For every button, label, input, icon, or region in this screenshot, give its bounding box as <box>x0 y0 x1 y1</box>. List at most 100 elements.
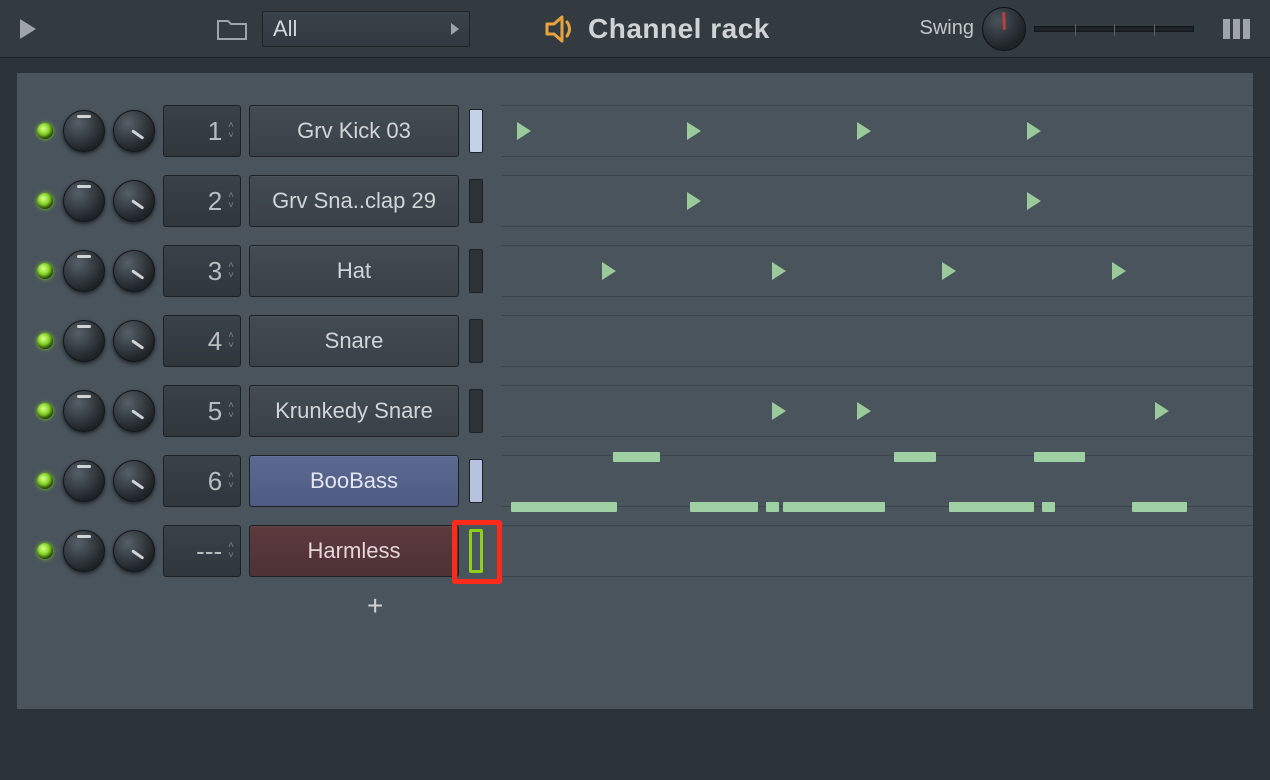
step-marker[interactable] <box>772 262 786 280</box>
note-bar[interactable] <box>894 452 937 462</box>
channel-name-button[interactable]: Grv Kick 03 <box>249 105 459 157</box>
channel-name-button[interactable]: BooBass <box>249 455 459 507</box>
speaker-icon <box>544 14 578 44</box>
note-bar[interactable] <box>1042 502 1055 512</box>
step-marker[interactable] <box>1155 402 1169 420</box>
channel-number-box[interactable]: 4˄˅ <box>163 315 241 367</box>
step-marker[interactable] <box>1112 262 1126 280</box>
volume-knob[interactable] <box>113 460 155 502</box>
channel-name-button[interactable]: Snare <box>249 315 459 367</box>
step-marker[interactable] <box>942 262 956 280</box>
channel-name-button[interactable]: Grv Sna..clap 29 <box>249 175 459 227</box>
channel-select-bar[interactable] <box>469 389 483 433</box>
channel-select-bar[interactable] <box>469 319 483 363</box>
step-marker[interactable] <box>687 192 701 210</box>
spinner-icon[interactable]: ˄˅ <box>228 332 234 350</box>
note-bar[interactable] <box>690 502 758 512</box>
note-bar[interactable] <box>949 502 1034 512</box>
play-button[interactable] <box>18 17 38 41</box>
channel-name-button[interactable]: Hat <box>249 245 459 297</box>
channel-select-bar[interactable] <box>469 179 483 223</box>
volume-knob[interactable] <box>113 110 155 152</box>
channel-row: 3 ˄˅ Hat <box>37 241 1253 301</box>
step-grid[interactable] <box>501 175 1253 227</box>
step-grid[interactable] <box>501 525 1253 577</box>
channel-number-box[interactable]: 5˄˅ <box>163 385 241 437</box>
channel-enable-led[interactable] <box>37 193 53 209</box>
step-marker[interactable] <box>857 122 871 140</box>
channel-row: 5˄˅ Krunkedy Snare <box>37 381 1253 441</box>
channel-number-box[interactable]: 6˄˅ <box>163 455 241 507</box>
spinner-icon[interactable]: ˄˅ <box>228 472 234 490</box>
channel-number: 3 <box>208 256 222 287</box>
note-bar[interactable] <box>1034 452 1085 462</box>
spinner-icon[interactable]: ˄˅ <box>228 122 234 140</box>
channel-row: 2˄˅ Grv Sna..clap 29 <box>37 171 1253 231</box>
channel-enable-led[interactable] <box>37 473 53 489</box>
channel-row: 1˄˅Grv Kick 03 <box>37 101 1253 161</box>
pan-knob[interactable] <box>63 530 105 572</box>
spinner-icon[interactable]: ˄˅ <box>228 262 234 280</box>
note-bar[interactable] <box>613 452 660 462</box>
channel-row: 6˄˅ BooBass <box>37 451 1253 511</box>
volume-knob[interactable] <box>113 320 155 362</box>
step-marker[interactable] <box>857 402 871 420</box>
spinner-icon[interactable]: ˄˅ <box>228 192 234 210</box>
channel-select-bar[interactable] <box>469 109 483 153</box>
step-marker[interactable] <box>687 122 701 140</box>
channel-name-button[interactable]: Harmless <box>249 525 459 577</box>
channel-number-box[interactable]: 1˄˅ <box>163 105 241 157</box>
channel-name-label: BooBass <box>310 468 398 494</box>
note-bar[interactable] <box>1132 502 1187 512</box>
swing-knob[interactable] <box>982 7 1026 51</box>
channel-enable-led[interactable] <box>37 403 53 419</box>
step-grid[interactable] <box>501 245 1253 297</box>
channel-number-box[interactable]: 3 ˄˅ <box>163 245 241 297</box>
spinner-icon[interactable]: ˄˅ <box>228 402 234 420</box>
channel-name-button[interactable]: Krunkedy Snare <box>249 385 459 437</box>
channel-number-box[interactable]: 2˄˅ <box>163 175 241 227</box>
pan-knob[interactable] <box>63 320 105 362</box>
step-marker[interactable] <box>517 122 531 140</box>
add-channel-button[interactable]: + <box>367 590 383 622</box>
channel-filter-dropdown[interactable]: All <box>262 11 470 47</box>
step-grid[interactable] <box>501 455 1253 507</box>
step-grid[interactable] <box>501 385 1253 437</box>
step-marker[interactable] <box>602 262 616 280</box>
channel-name-label: Grv Sna..clap 29 <box>272 188 436 214</box>
note-bar[interactable] <box>511 502 617 512</box>
channel-enable-led[interactable] <box>37 123 53 139</box>
swing-slider[interactable] <box>1034 26 1194 32</box>
channel-name-label: Krunkedy Snare <box>275 398 433 424</box>
pan-knob[interactable] <box>63 390 105 432</box>
options-icon[interactable] <box>1222 16 1252 42</box>
volume-knob[interactable] <box>113 180 155 222</box>
volume-knob[interactable] <box>113 530 155 572</box>
channel-enable-led[interactable] <box>37 543 53 559</box>
channel-number-box[interactable]: ---˄˅ <box>163 525 241 577</box>
channel-enable-led[interactable] <box>37 333 53 349</box>
step-marker[interactable] <box>1027 192 1041 210</box>
panel-title: Channel rack <box>544 13 770 45</box>
step-marker[interactable] <box>772 402 786 420</box>
pan-knob[interactable] <box>63 250 105 292</box>
note-bar[interactable] <box>766 502 779 512</box>
pan-knob[interactable] <box>63 110 105 152</box>
pan-knob[interactable] <box>63 460 105 502</box>
step-grid[interactable] <box>501 315 1253 367</box>
volume-knob[interactable] <box>113 390 155 432</box>
pan-knob[interactable] <box>63 180 105 222</box>
dropdown-arrow-icon <box>451 23 459 35</box>
channel-select-bar[interactable] <box>469 249 483 293</box>
volume-knob[interactable] <box>113 250 155 292</box>
folder-icon[interactable] <box>216 16 248 42</box>
channel-select-bar[interactable] <box>469 459 483 503</box>
step-grid[interactable] <box>501 105 1253 157</box>
step-marker[interactable] <box>1027 122 1041 140</box>
note-bar[interactable] <box>783 502 885 512</box>
channel-row: 4˄˅Snare <box>37 311 1253 371</box>
channel-enable-led[interactable] <box>37 263 53 279</box>
swing-control: Swing <box>920 7 1194 51</box>
spinner-icon[interactable]: ˄˅ <box>228 542 234 560</box>
channel-select-bar[interactable] <box>469 529 483 573</box>
